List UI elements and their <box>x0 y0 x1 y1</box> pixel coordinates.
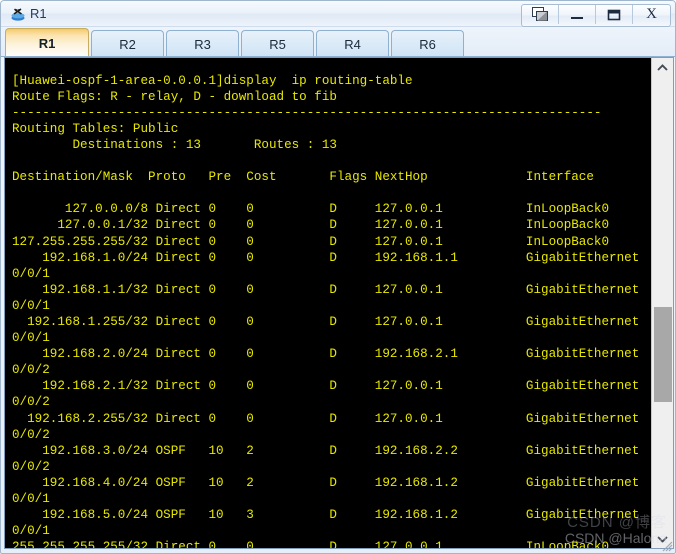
terminal-output: [Huawei-ospf-1-area-0.0.0.1]display ip r… <box>12 73 640 548</box>
tab-label: R5 <box>269 36 286 52</box>
resize-grip[interactable] <box>661 539 673 552</box>
maximize-button[interactable] <box>596 5 633 24</box>
restore-cascade-button[interactable] <box>522 5 559 24</box>
window-titlebar[interactable]: R1 X <box>1 1 675 27</box>
router-cli-window: R1 X R1 R2 R3 R5 R4 R6 [Huawei-ospf-1-ar… <box>0 0 676 554</box>
tab-r2[interactable]: R2 <box>91 30 164 57</box>
terminal-vertical-scrollbar[interactable] <box>651 58 673 548</box>
scroll-up-button[interactable] <box>652 58 673 77</box>
tab-label: R3 <box>194 36 211 52</box>
tab-r1[interactable]: R1 <box>5 28 89 57</box>
chevron-up-icon <box>657 63 668 71</box>
tab-label: R1 <box>38 35 56 51</box>
terminal-viewport[interactable]: [Huawei-ospf-1-area-0.0.0.1]display ip r… <box>5 58 673 548</box>
tab-label: R6 <box>419 36 436 52</box>
tab-r4[interactable]: R4 <box>316 30 389 57</box>
tab-label: R4 <box>344 36 361 52</box>
tab-label: R2 <box>119 36 136 52</box>
window-controls: X <box>521 4 671 27</box>
device-tabstrip: R1 R2 R3 R5 R4 R6 <box>1 27 675 57</box>
close-button[interactable]: X <box>633 5 670 24</box>
tab-r5[interactable]: R5 <box>241 30 314 57</box>
close-icon: X <box>646 6 657 22</box>
terminal-panel: [Huawei-ospf-1-area-0.0.0.1]display ip r… <box>4 57 674 549</box>
tab-r6[interactable]: R6 <box>391 30 464 57</box>
minimize-button[interactable] <box>559 5 596 24</box>
window-title: R1 <box>30 6 47 21</box>
tab-r3[interactable]: R3 <box>166 30 239 57</box>
scrollbar-thumb[interactable] <box>654 307 672 402</box>
device-tabs: R1 R2 R3 R5 R4 R6 <box>5 28 466 57</box>
router-icon <box>9 5 27 23</box>
